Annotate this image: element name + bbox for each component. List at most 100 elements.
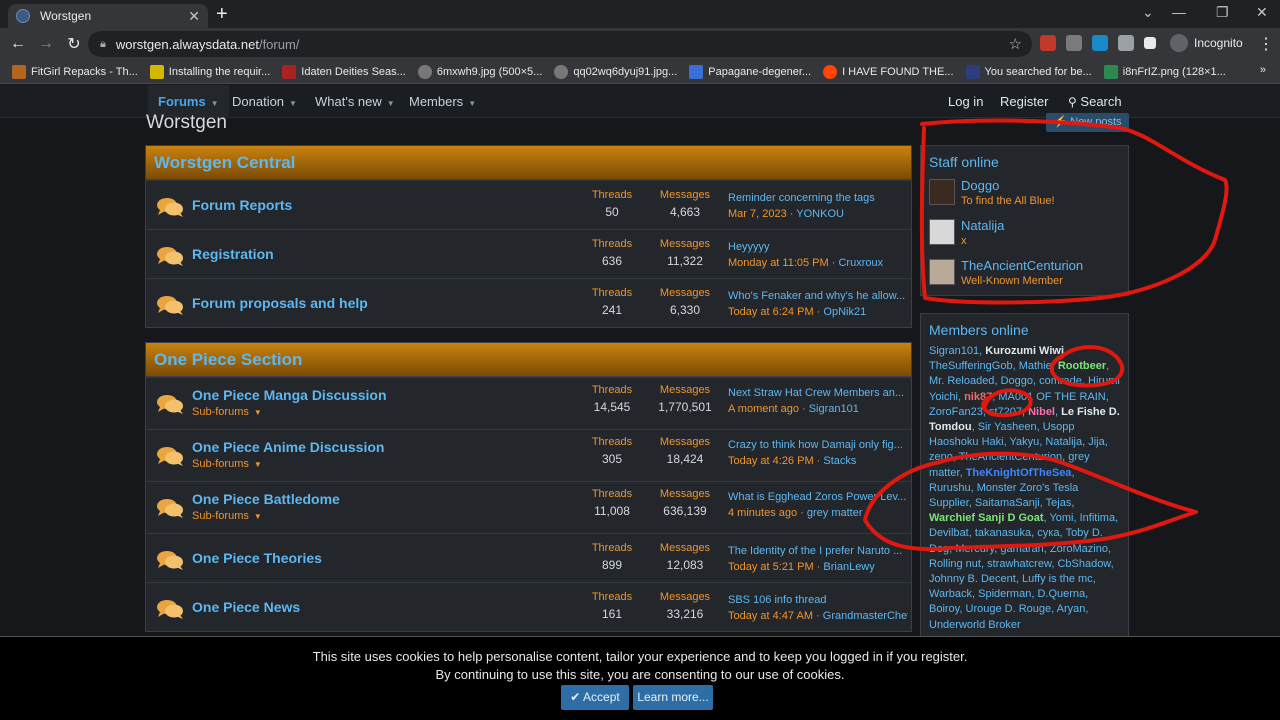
online-member-link[interactable]: Warback <box>929 588 972 600</box>
forum-node[interactable]: One Piece Manga Discussion Sub-forums ▼ Thr… <box>146 377 911 429</box>
online-member-link[interactable]: Yomi <box>1049 512 1073 524</box>
avatar[interactable] <box>929 259 955 285</box>
bookmark-item[interactable]: Papagane-degener... <box>689 64 811 79</box>
avatar[interactable] <box>929 219 955 245</box>
online-member-link[interactable]: Kurozumi Wiwi <box>985 345 1064 357</box>
staff-name[interactable]: Natalija <box>961 218 1004 233</box>
online-member-link[interactable]: ZoroMazino <box>1050 543 1108 555</box>
online-member-link[interactable]: Sigran101 <box>929 345 979 357</box>
bookmark-item[interactable]: You searched for be... <box>965 64 1092 79</box>
minimize-icon[interactable]: — <box>1172 4 1186 20</box>
latest-post-date[interactable]: Today at 4:47 AM <box>728 610 813 622</box>
online-member-link[interactable]: Underworld Broker <box>929 619 1021 631</box>
online-member-link[interactable]: Rolling nut <box>929 558 981 570</box>
online-member-link[interactable]: Warchief Sanji D Goat <box>929 512 1044 524</box>
online-member-link[interactable]: Luffy is the mc <box>1022 573 1093 585</box>
latest-thread-link[interactable]: Crazy to think how Damaji only fig... <box>728 439 908 451</box>
forum-title[interactable]: One Piece Manga Discussion <box>192 387 387 403</box>
latest-post-date[interactable]: Today at 5:21 PM <box>728 561 814 573</box>
online-member-link[interactable]: nik87 <box>964 391 992 403</box>
accept-cookies-button[interactable]: ✔ Accept <box>561 685 629 710</box>
bookmark-item[interactable]: qq02wq6dyuj91.jpg... <box>554 64 677 79</box>
forum-node[interactable]: One Piece News Threads 161 Messages 33,216 SB… <box>146 582 911 631</box>
online-member-link[interactable]: Aryan <box>1057 603 1086 615</box>
latest-post-user[interactable]: BrianLewy <box>823 561 874 573</box>
latest-thread-link[interactable]: Who's Fenaker and why's he allow... <box>728 290 908 302</box>
nav-members[interactable]: Members ▼ <box>409 85 476 118</box>
online-member-link[interactable]: Yakyu <box>1010 436 1040 448</box>
bookmark-item[interactable]: 6mxwh9.jpg (500×5... <box>417 64 542 79</box>
avatar[interactable] <box>929 179 955 205</box>
latest-post-user[interactable]: Stacks <box>823 455 856 467</box>
online-member-link[interactable]: Mercury <box>955 543 994 555</box>
sub-forums-toggle[interactable]: Sub-forums ▼ <box>192 458 262 470</box>
online-member-link[interactable]: Infitima <box>1080 512 1115 524</box>
bookmark-star-icon[interactable]: ☆ <box>1009 35 1022 53</box>
online-member-link[interactable]: Mathie <box>1019 360 1052 372</box>
category-title[interactable]: One Piece Section <box>146 343 911 377</box>
online-member-link[interactable]: st7207 <box>989 406 1022 418</box>
more-bookmarks-icon[interactable]: » <box>1260 64 1266 76</box>
online-member-link[interactable]: Devilbat <box>929 527 969 539</box>
glasses-extension-icon[interactable] <box>1066 35 1082 51</box>
new-posts-button[interactable]: ⚡ New posts <box>1046 113 1129 132</box>
online-member-link[interactable]: zeno <box>929 451 953 463</box>
side-panel-icon[interactable] <box>1144 37 1156 49</box>
new-tab-icon[interactable]: + <box>216 3 228 25</box>
forum-node[interactable]: One Piece Battledome Sub-forums ▼ Threads 11… <box>146 481 911 533</box>
forward-icon[interactable]: → <box>32 35 60 53</box>
staff-member[interactable]: Doggo To find the All Blue! <box>921 176 1128 216</box>
address-bar[interactable]: 🔒︎ worstgen.alwaysdata.net/forum/ ☆ <box>88 31 1032 57</box>
forum-title[interactable]: One Piece News <box>192 599 300 615</box>
online-member-link[interactable]: TheAncientCenturion <box>959 451 1062 463</box>
online-member-link[interactable]: Doggo <box>1001 375 1033 387</box>
forum-title[interactable]: One Piece Anime Discussion <box>192 439 384 455</box>
latest-post-user[interactable]: Cruxroux <box>838 257 883 269</box>
register-link[interactable]: Register <box>1000 85 1048 118</box>
chevron-down-icon[interactable]: ⌄ <box>1142 4 1154 21</box>
restore-icon[interactable]: ❐ <box>1216 4 1229 21</box>
latest-post-date[interactable]: Monday at 11:05 PM <box>728 257 829 269</box>
online-member-link[interactable]: Urouge D. Rouge <box>966 603 1052 615</box>
online-member-link[interactable]: Boiroy <box>929 603 959 615</box>
online-member-link[interactable]: takanasuka <box>975 527 1031 539</box>
online-member-link[interactable]: Sir Yasheen <box>978 421 1037 433</box>
online-member-link[interactable]: Jija <box>1088 436 1105 448</box>
latest-post-date[interactable]: Today at 6:24 PM <box>728 306 814 318</box>
bookmark-item[interactable]: Idaten Deities Seas... <box>282 64 406 79</box>
nav-donation[interactable]: Donation ▼ <box>232 85 297 118</box>
latest-post-date[interactable]: Today at 4:26 PM <box>728 455 814 467</box>
bookmark-item[interactable]: Installing the requir... <box>149 64 270 79</box>
ublock-extension-icon[interactable] <box>1040 35 1056 51</box>
online-member-link[interactable]: Natalija <box>1045 436 1082 448</box>
online-member-link[interactable]: SaitamaSanji <box>975 497 1040 509</box>
bookmark-item[interactable]: FitGirl Repacks - Th... <box>12 64 138 79</box>
latest-thread-link[interactable]: Heyyyyy <box>728 241 908 253</box>
online-member-link[interactable]: Nibel <box>1028 406 1055 418</box>
online-member-link[interactable]: Rootbeer <box>1058 360 1106 372</box>
latest-thread-link[interactable]: Next Straw Hat Crew Members an... <box>728 387 908 399</box>
latest-post-user[interactable]: Sigran101 <box>809 403 859 415</box>
latest-thread-link[interactable]: The Identity of the I prefer Naruto ... <box>728 545 908 557</box>
online-member-link[interactable]: D.Querna <box>1037 588 1085 600</box>
category-title[interactable]: Worstgen Central <box>146 146 911 180</box>
forum-title[interactable]: Registration <box>192 246 274 262</box>
forum-title[interactable]: Forum proposals and help <box>192 295 368 311</box>
bookmark-item[interactable]: i8nFrIZ.png (128×1... <box>1103 64 1226 79</box>
nav-whats-new[interactable]: What's new ▼ <box>315 85 395 118</box>
latest-post-date[interactable]: Mar 7, 2023 <box>728 208 787 220</box>
bookmark-item[interactable]: I HAVE FOUND THE... <box>823 64 954 79</box>
latest-post-date[interactable]: A moment ago <box>728 403 799 415</box>
latest-post-user[interactable]: GrandmasterChef <box>823 610 908 622</box>
reload-icon[interactable]: ↻ <box>60 34 88 54</box>
staff-name[interactable]: TheAncientCenturion <box>961 258 1083 273</box>
learn-more-button[interactable]: Learn more... <box>633 685 713 710</box>
browser-tab[interactable]: Worstgen ✕ <box>8 4 208 28</box>
forum-node[interactable]: One Piece Anime Discussion Sub-forums ▼ Thr… <box>146 429 911 481</box>
online-member-link[interactable]: gamaran <box>1000 543 1043 555</box>
puzzle-extensions-icon[interactable] <box>1118 35 1134 51</box>
online-member-link[interactable]: strawhatcrew <box>987 558 1051 570</box>
forum-title[interactable]: One Piece Theories <box>192 550 322 566</box>
online-member-link[interactable]: CbShadow <box>1057 558 1110 570</box>
online-member-link[interactable]: Mr. Reloaded <box>929 375 994 387</box>
